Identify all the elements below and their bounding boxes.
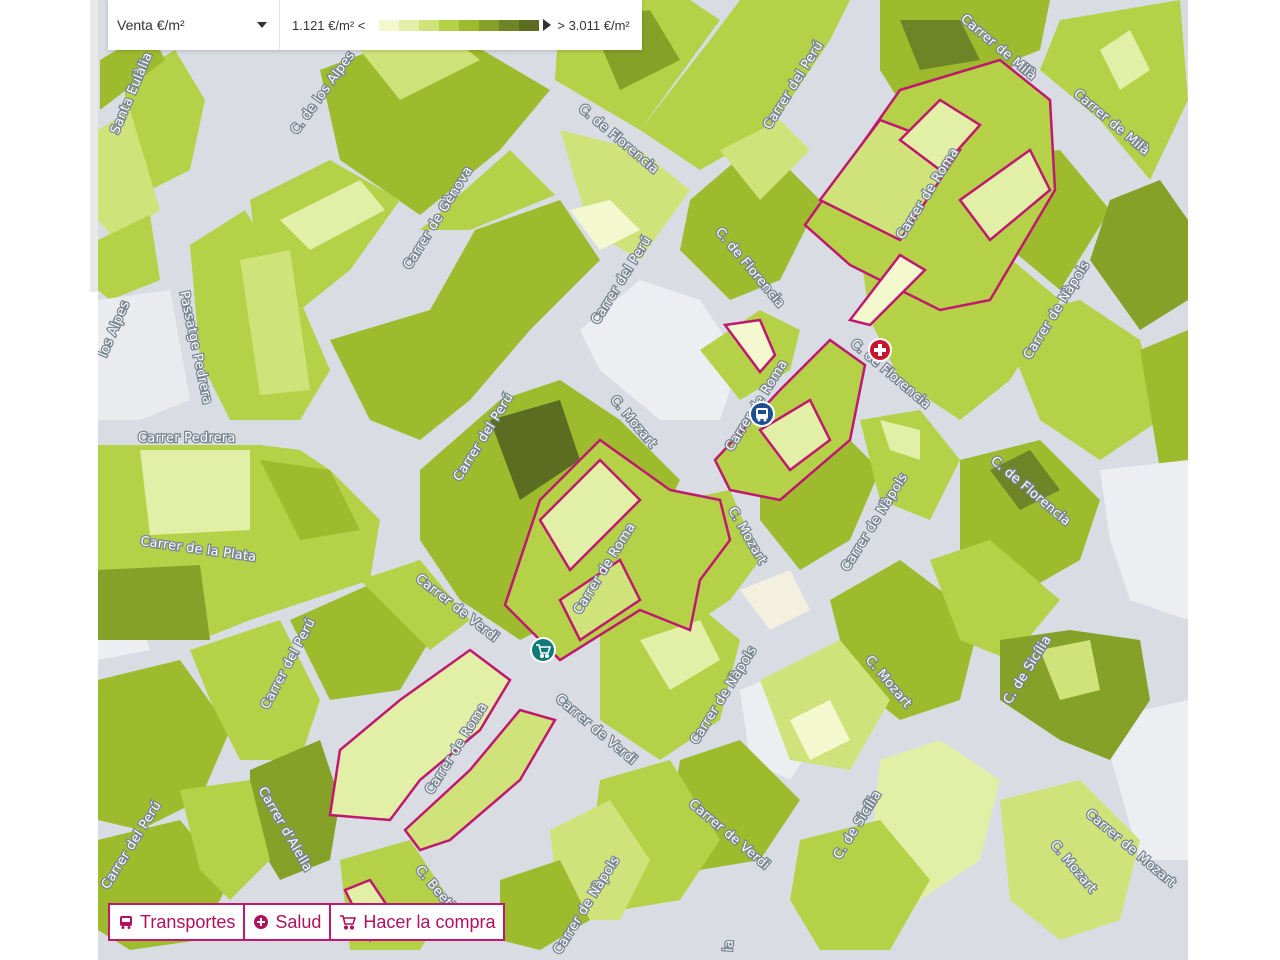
- block[interactable]: [860, 410, 960, 520]
- poi-filter-bar: Transportes Salud Hacer la compra: [108, 903, 506, 941]
- transport-label: Transportes: [140, 911, 236, 932]
- block[interactable]: [140, 450, 250, 535]
- ramp-swatch: [439, 19, 460, 31]
- block[interactable]: [740, 570, 810, 630]
- transport-button[interactable]: Transportes: [110, 905, 246, 939]
- ramp-swatch: [459, 19, 480, 31]
- block[interactable]: [1090, 180, 1188, 330]
- ramp-swatch: [379, 19, 400, 31]
- cart-icon: [340, 915, 357, 930]
- no-data-block: [98, 290, 190, 420]
- plus-icon: [878, 344, 882, 356]
- plus-circle-icon: [254, 915, 269, 929]
- shopping-label: Hacer la compra: [363, 911, 496, 932]
- ramp-swatch: [519, 19, 540, 31]
- shopping-button[interactable]: Hacer la compra: [331, 905, 504, 939]
- map-canvas[interactable]: Santa Eulàlia C. de los Alpes Carrer de …: [98, 0, 1188, 960]
- bus-marker[interactable]: [749, 401, 775, 427]
- street-label: Carrer Pedrera: [138, 431, 236, 446]
- street-label: ia: [721, 939, 737, 952]
- left-edge: [90, 0, 98, 292]
- caret-down-icon: [257, 22, 267, 28]
- arrow-right-icon: [543, 19, 552, 31]
- ramp-swatch: [499, 19, 520, 31]
- select-value: Venta €/m²: [117, 17, 185, 33]
- health-marker[interactable]: [868, 338, 892, 362]
- color-ramp: [379, 19, 540, 31]
- map-svg[interactable]: Santa Eulàlia C. de los Alpes Carrer de …: [98, 0, 1188, 960]
- price-legend: Venta €/m² 1.121 €/m² < > 3.011 €/m²: [108, 0, 642, 50]
- bus-icon: [120, 916, 132, 929]
- price-type-select[interactable]: Venta €/m²: [108, 0, 280, 50]
- scale-max-label: > 3.011 €/m²: [557, 17, 630, 33]
- scale-min-label: 1.121 €/m² <: [292, 17, 366, 33]
- ramp-swatch: [479, 19, 500, 31]
- color-scale: 1.121 €/m² < > 3.011 €/m²: [280, 18, 630, 33]
- no-data-block: [1100, 460, 1188, 620]
- health-button[interactable]: Salud: [245, 905, 332, 939]
- ramp-swatch: [399, 19, 420, 31]
- health-label: Salud: [275, 911, 322, 932]
- ramp-swatch: [419, 19, 440, 31]
- block[interactable]: [98, 565, 210, 640]
- shop-marker[interactable]: [530, 637, 556, 663]
